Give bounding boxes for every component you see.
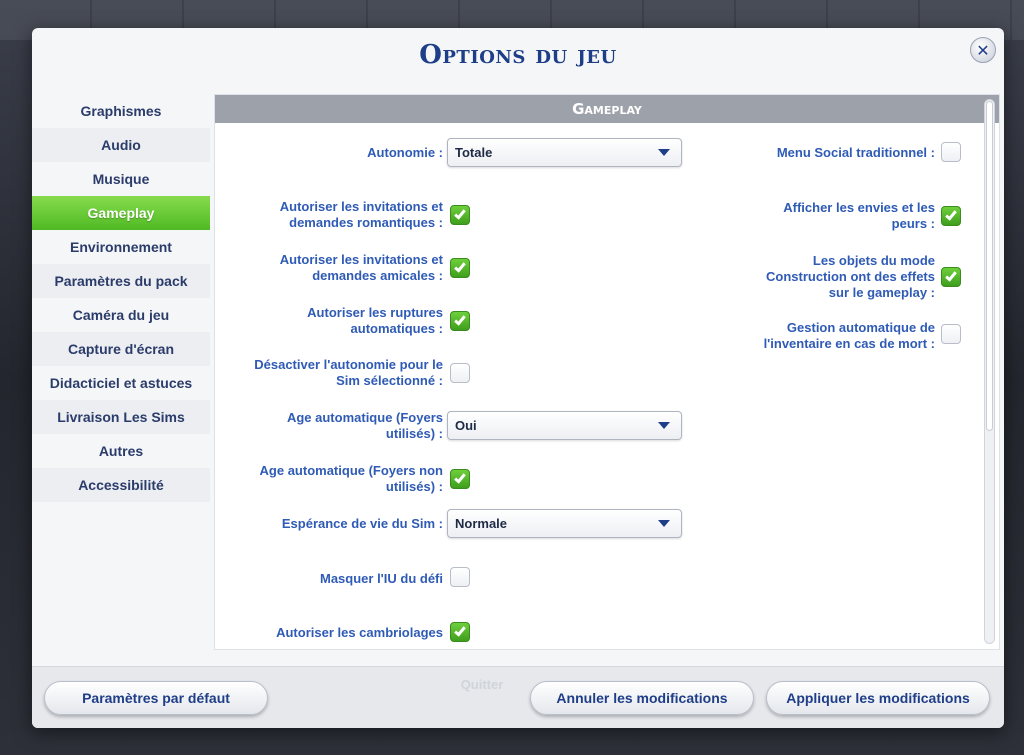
sidebar-item-graphismes[interactable]: Graphismes [32,94,210,128]
sidebar-item-livraison[interactable]: Livraison Les Sims [32,400,210,434]
romantic-invites-label: Autoriser les invitations et demandes rom… [279,199,443,230]
disable-autonomy-label: Désactiver l'autonomie pour le Sim sélect… [254,357,443,388]
hide-challenge-label: Masquer l'IU du défi [320,571,443,586]
autonomie-dropdown[interactable]: Totale [447,138,682,167]
age-used-dropdown[interactable]: Oui [447,411,682,440]
age-unused-label: Age automatique (Foyers non utilisés) : [259,463,443,494]
sidebar-item-audio[interactable]: Audio [32,128,210,162]
friendly-invites-label: Autoriser les invitations et demandes ami… [279,252,443,283]
panel-header: Gameplay [215,95,999,123]
dialog-footer: Quitter Paramètres par défaut Annuler le… [32,666,1004,728]
checkmark-icon [454,207,466,220]
checkmark-icon [454,471,466,484]
romantic-invites-checkbox[interactable] [450,205,470,225]
ghost-quit-label: Quitter [460,676,504,692]
lifespan-value: Normale [455,516,508,531]
disable-autonomy-checkbox[interactable] [450,363,470,383]
wants-fears-checkbox[interactable] [941,206,961,226]
chevron-down-icon [658,149,670,156]
game-options-dialog: Options du jeu ✕ Graphismes Audio Musiqu… [32,28,1004,728]
sidebar-item-gameplay[interactable]: Gameplay [32,196,210,230]
friendly-invites-checkbox[interactable] [450,258,470,278]
sidebar-item-accessibilite[interactable]: Accessibilité [32,468,210,502]
defaults-button[interactable]: Paramètres par défaut [44,681,268,715]
apply-changes-button[interactable]: Appliquer les modifications [766,681,990,715]
sidebar-item-autres[interactable]: Autres [32,434,210,468]
age-unused-checkbox[interactable] [450,469,470,489]
chevron-down-icon [658,422,670,429]
build-effects-label: Les objets du mode Construction ont des e… [765,253,935,300]
checkmark-icon [454,313,466,326]
hide-challenge-checkbox[interactable] [450,567,470,587]
social-menu-checkbox[interactable] [941,142,961,162]
social-menu-label: Menu Social traditionnel : [776,145,935,160]
checkmark-icon [945,269,957,282]
inventory-death-label: Gestion automatique de l'inventaire en ca… [763,320,935,351]
checkmark-icon [945,208,957,221]
breakups-checkbox[interactable] [450,311,470,331]
age-used-value: Oui [455,418,477,433]
sidebar-item-didacticiel[interactable]: Didacticiel et astuces [32,366,210,400]
breakups-label: Autoriser les ruptures automatiques : [307,305,443,336]
sidebar-item-capture[interactable]: Capture d'écran [32,332,210,366]
chevron-down-icon [658,520,670,527]
sidebar-item-musique[interactable]: Musique [32,162,210,196]
build-effects-checkbox[interactable] [941,267,961,287]
checkmark-icon [454,260,466,273]
lifespan-dropdown[interactable]: Normale [447,509,682,538]
scrollbar-thumb[interactable] [986,101,993,431]
burglaries-label: Autoriser les cambriolages [276,625,443,640]
checkmark-icon [454,624,466,637]
close-icon[interactable]: ✕ [970,37,996,63]
sidebar-item-parametres-pack[interactable]: Paramètres du pack [32,264,210,298]
inventory-death-checkbox[interactable] [941,324,961,344]
burglaries-checkbox[interactable] [450,622,470,642]
autonomie-label: Autonomie : [367,145,443,160]
options-sidebar: Graphismes Audio Musique Gameplay Enviro… [32,94,210,502]
gameplay-panel: Gameplay Autonomie : Totale Autoriser le… [214,94,1000,650]
autonomie-value: Totale [455,145,493,160]
dialog-title: Options du jeu [419,40,617,70]
age-used-label: Age automatique (Foyers utilisés) : [286,410,443,441]
wants-fears-label: Afficher les envies et les peurs : [783,200,935,231]
sidebar-item-environnement[interactable]: Environnement [32,230,210,264]
sidebar-item-camera[interactable]: Caméra du jeu [32,298,210,332]
lifespan-label: Espérance de vie du Sim : [281,516,443,531]
cancel-changes-button[interactable]: Annuler les modifications [530,681,754,715]
scrollbar[interactable] [984,99,995,644]
